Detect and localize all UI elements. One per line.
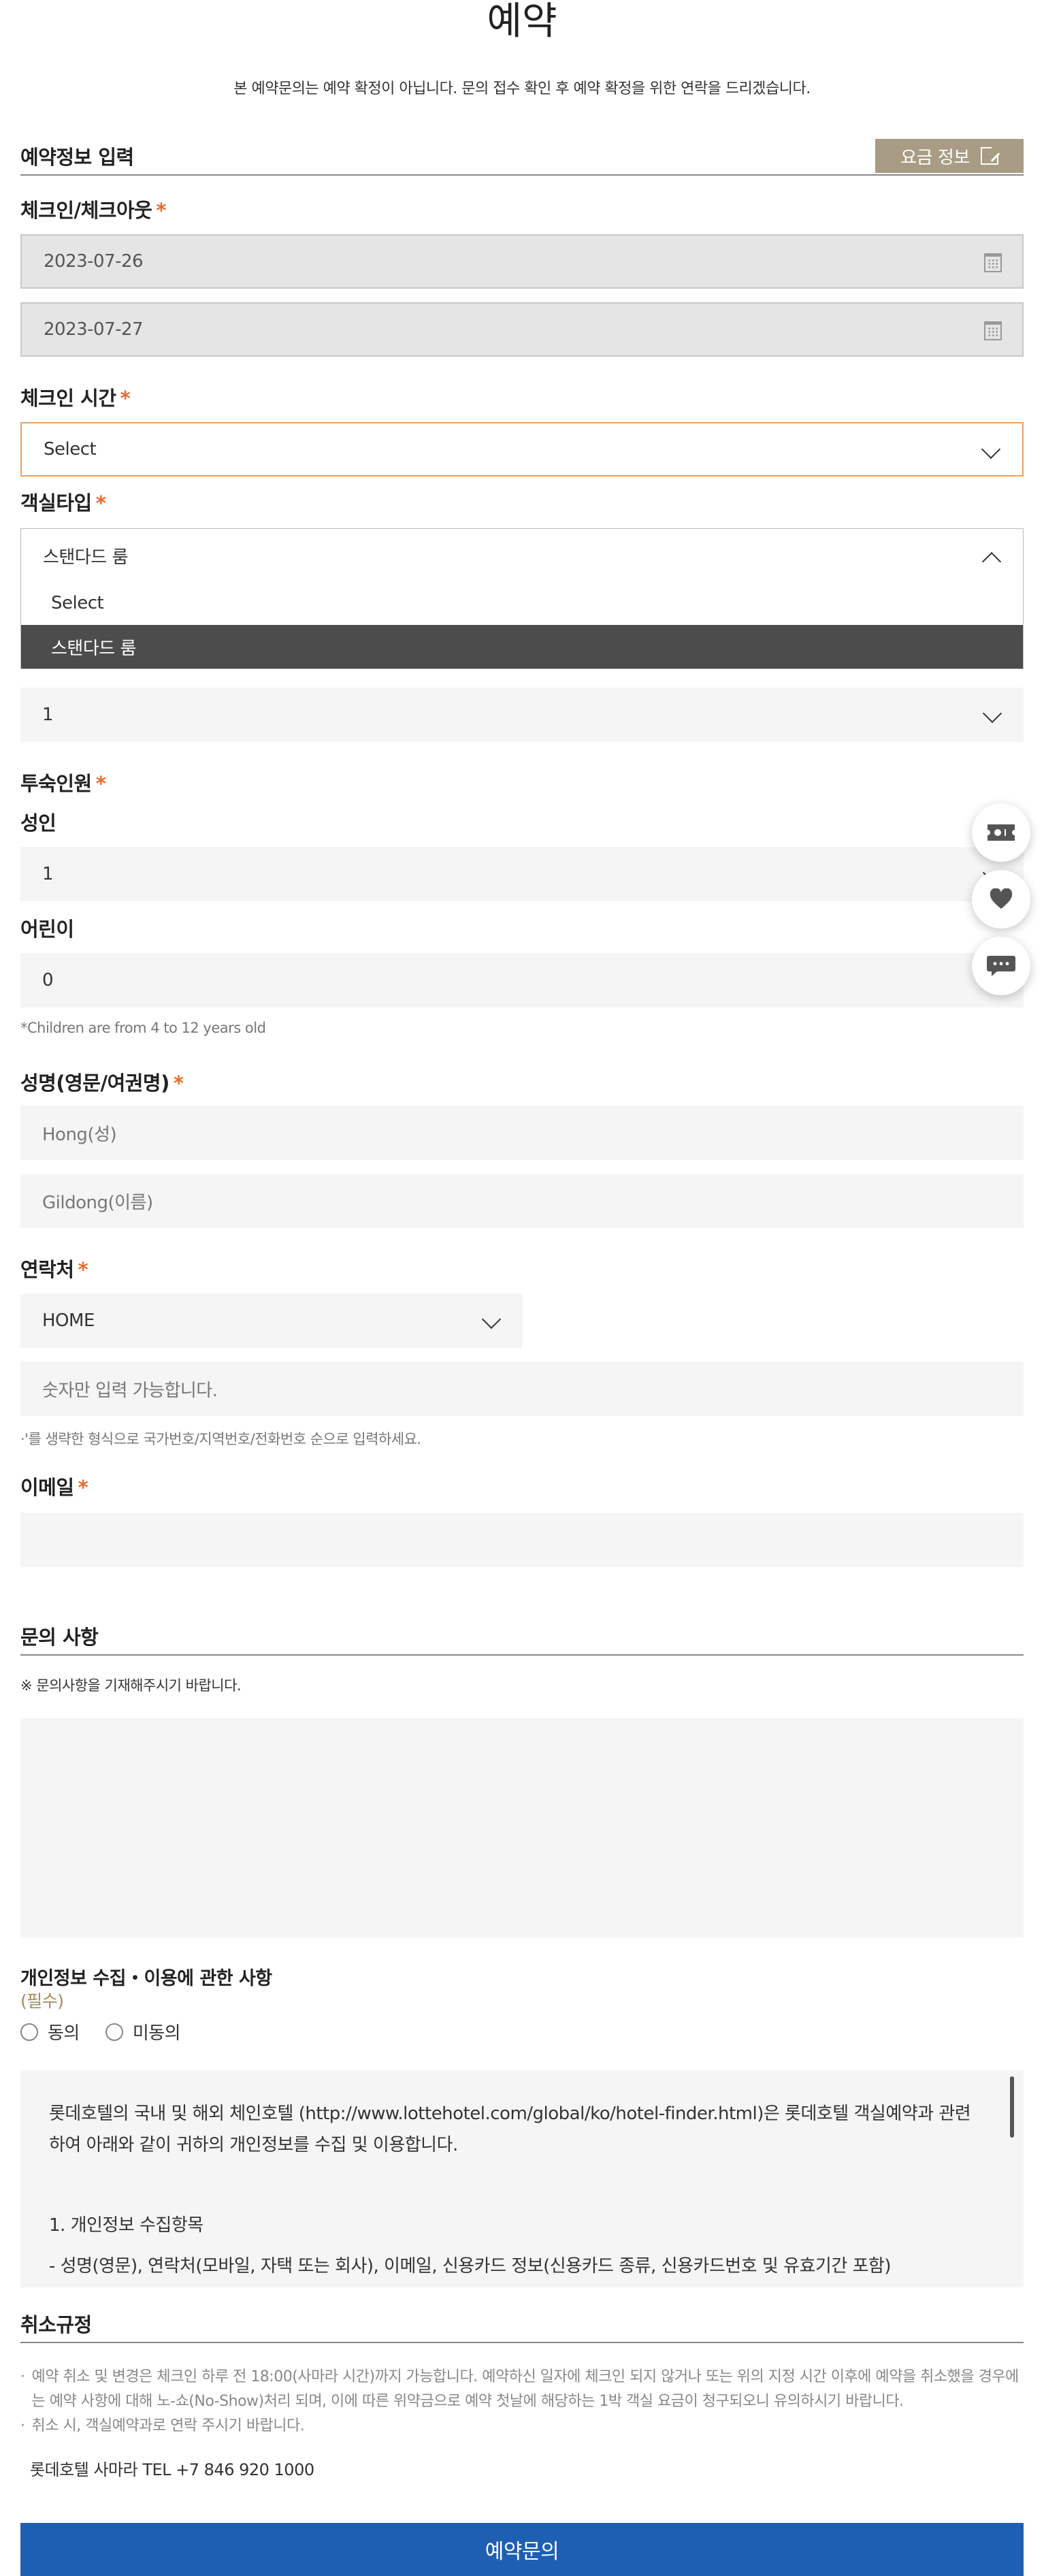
calendar-icon[interactable] (984, 253, 1002, 272)
last-name-input[interactable]: Hong(성) (20, 1106, 1024, 1160)
room-type-dropdown: Select 스탠다드 룸 (20, 581, 1024, 669)
disagree-radio[interactable]: 미동의 (105, 2019, 181, 2044)
inquiry-header: 문의 사항 (20, 1622, 1024, 1656)
checkin-time-value: Select (44, 439, 97, 460)
heart-icon (990, 888, 1013, 909)
checkin-date-value: 2023-07-26 (44, 251, 144, 272)
adult-label: 성인 (20, 811, 56, 835)
privacy-section-heading: 1. 개인정보 수집항목 (49, 2215, 203, 2236)
radio-circle-icon[interactable] (20, 2023, 38, 2041)
child-age-hint: *Children are from 4 to 12 years old (20, 1020, 266, 1036)
chevron-up-icon (981, 551, 1002, 572)
ticket-button[interactable] (972, 803, 1030, 862)
email-input[interactable] (20, 1513, 1024, 1567)
contact-type-value: HOME (42, 1310, 95, 1331)
required-mark: * (120, 387, 131, 410)
wishlist-button[interactable] (972, 870, 1030, 929)
inquiry-heading: 문의 사항 (20, 1626, 99, 1649)
cancellation-item: · 취소 시, 객실예약과로 연락 주시기 바랍니다. (20, 2417, 305, 2434)
adult-count-select[interactable]: 1 (20, 847, 1024, 901)
reservation-notice: 본 예약문의는 예약 확정이 아닙니다. 문의 접수 확인 후 예약 확정을 위… (233, 80, 811, 97)
cancellation-policy: · 예약 취소 및 변경은 체크인 하루 전 18:00(사마라 시간)까지 가… (20, 2365, 1024, 2438)
checkin-checkout-label: 체크인/체크아웃 * (20, 199, 167, 222)
room-type-option[interactable]: Select (21, 581, 1023, 625)
checkin-time-label: 체크인 시간 * (20, 387, 131, 410)
chat-button[interactable] (972, 937, 1030, 995)
external-link-icon (980, 146, 1000, 165)
adult-count-value: 1 (42, 864, 54, 884)
required-mark: * (78, 1476, 88, 1499)
first-name-input[interactable]: Gildong(이름) (20, 1174, 1024, 1228)
chevron-down-icon (982, 703, 1002, 724)
contact-type-select[interactable]: HOME (20, 1293, 523, 1348)
child-label: 어린이 (20, 918, 74, 941)
room-count-select[interactable]: 1 (20, 688, 1024, 742)
submit-inquiry-button[interactable]: 예약문의 (20, 2523, 1024, 2576)
checkin-time-select[interactable]: Select (20, 422, 1024, 477)
room-type-select[interactable]: 스탠다드 룸 (20, 528, 1024, 583)
name-label: 성명(영문/여권명) * (20, 1072, 184, 1095)
privacy-terms-box[interactable]: 롯데호텔의 국내 및 해외 체인호텔 (http://www.lottehote… (20, 2070, 1024, 2287)
email-label: 이메일 * (20, 1476, 88, 1499)
contact-label: 연락처 * (20, 1258, 88, 1281)
cancellation-header: 취소규정 (20, 2309, 1024, 2343)
phone-format-hint: ·'를 생략한 형식으로 국가번호/지역번호/전화번호 순으로 입력하세요. (20, 1431, 421, 1447)
hotel-phone: 롯데호텔 사마라 TEL +7 846 920 1000 (30, 2460, 314, 2479)
checkout-date-field[interactable]: 2023-07-27 (20, 302, 1024, 357)
chat-icon (987, 956, 1015, 976)
privacy-consent-group: 동의 미동의 (20, 2019, 181, 2044)
radio-circle-icon[interactable] (105, 2023, 123, 2041)
privacy-section-item: - 성명(영문), 연락처(모바일, 자택 또는 회사), 이메일, 신용카드 … (49, 2256, 892, 2276)
privacy-required-text: (필수) (20, 1991, 64, 2011)
required-mark: * (173, 1072, 184, 1095)
phone-number-input[interactable]: 숫자만 입력 가능합니다. (20, 1362, 1024, 1416)
rate-info-button[interactable]: 요금 정보 (875, 139, 1024, 173)
child-count-select[interactable]: 0 (20, 953, 1024, 1008)
privacy-intro: 롯데호텔의 국내 및 해외 체인호텔 (http://www.lottehote… (49, 2104, 971, 2155)
room-type-value: 스탠다드 룸 (43, 547, 128, 568)
rate-info-label: 요금 정보 (900, 147, 970, 168)
checkin-date-field[interactable]: 2023-07-26 (20, 234, 1024, 289)
reservation-info-heading: 예약정보 입력 (20, 146, 134, 169)
chevron-down-icon (481, 1309, 502, 1330)
agree-label: 동의 (48, 2023, 80, 2044)
inquiry-hint: ※ 문의사항을 기재해주시기 바랍니다. (20, 1677, 242, 1694)
room-type-option-selected[interactable]: 스탠다드 룸 (21, 625, 1023, 669)
calendar-icon[interactable] (984, 321, 1002, 340)
checkout-date-value: 2023-07-27 (44, 319, 144, 340)
chevron-down-icon (981, 439, 1001, 460)
required-mark: * (156, 199, 167, 222)
room-count-value: 1 (42, 705, 54, 725)
cancellation-item: · 예약 취소 및 변경은 체크인 하루 전 18:00(사마라 시간)까지 가… (20, 2368, 1019, 2410)
guests-label: 투숙인원 * (20, 772, 106, 795)
disagree-label: 미동의 (132, 2023, 181, 2044)
required-mark: * (95, 492, 106, 515)
ticket-icon (988, 824, 1015, 841)
reservation-info-header: 예약정보 입력 요금 정보 (20, 139, 1024, 176)
child-count-value: 0 (42, 970, 54, 991)
required-mark: * (78, 1258, 88, 1281)
page-title: 예약 (487, 0, 557, 44)
inquiry-textarea[interactable] (20, 1718, 1024, 1937)
scrollbar-thumb[interactable] (1010, 2076, 1014, 2138)
privacy-heading: 개인정보 수집・이용에 관한 사항 (20, 1968, 272, 1989)
agree-radio[interactable]: 동의 (20, 2019, 80, 2044)
cancellation-heading: 취소규정 (20, 2313, 92, 2336)
room-type-label: 객실타입 * (20, 492, 106, 515)
required-mark: * (95, 772, 106, 795)
